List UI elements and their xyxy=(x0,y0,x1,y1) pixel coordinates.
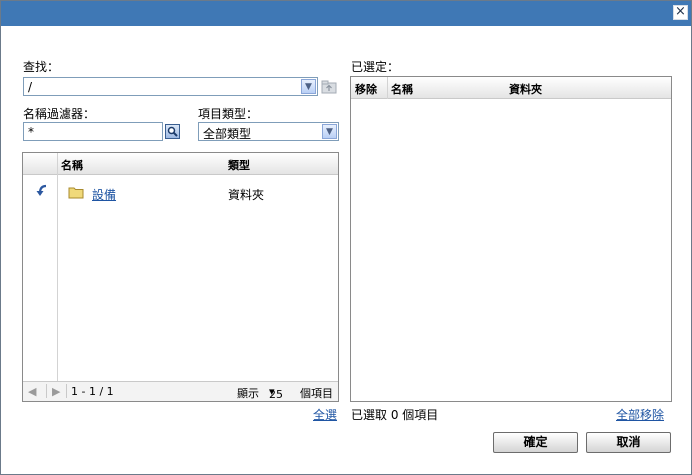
item-type-value: 全部類型 xyxy=(203,127,252,141)
row-type: 資料夾 xyxy=(228,188,265,202)
folder-up-icon[interactable] xyxy=(321,80,337,94)
search-button[interactable] xyxy=(165,124,180,139)
lookin-label: 查找： xyxy=(23,60,60,74)
pager: ◀ ▶ 1 - 1 / 1 顯示 25 ▾ 個項目 xyxy=(23,381,338,401)
next-page-icon[interactable]: ▶ xyxy=(52,385,60,398)
folder-icon xyxy=(68,187,84,199)
browse-grid-header: 名稱 類型 xyxy=(23,153,338,175)
items-label: 個項目 xyxy=(300,387,333,400)
pager-divider xyxy=(66,384,67,398)
pager-divider xyxy=(46,384,47,398)
page-size-label: 顯示 xyxy=(237,387,259,400)
table-row: 設備 資料夾 xyxy=(23,181,338,205)
title-bar: × xyxy=(1,1,691,26)
lookin-select[interactable]: / ▼ xyxy=(23,77,318,96)
page-range: 1 - 1 / 1 xyxy=(71,385,114,398)
item-type-select[interactable]: 全部類型 ▼ xyxy=(198,122,339,141)
prev-page-icon[interactable]: ◀ xyxy=(28,385,36,398)
name-filter-label: 名稱過濾器： xyxy=(23,107,96,121)
selected-count: 已選取 0 個項目 xyxy=(351,408,439,422)
selected-label: 已選定： xyxy=(351,60,400,74)
page-size-select[interactable]: 25 ▾ xyxy=(269,385,283,401)
row-name-link[interactable]: 設備 xyxy=(92,186,116,203)
close-icon[interactable]: × xyxy=(673,5,688,20)
select-all-link[interactable]: 全選 xyxy=(313,406,337,423)
column-header-folder[interactable]: 資料夾 xyxy=(509,81,542,97)
selected-grid: 移除 名稱 資料夾 xyxy=(350,76,672,402)
column-header-remove[interactable]: 移除 xyxy=(355,81,377,97)
column-header-type[interactable]: 類型 xyxy=(228,157,250,173)
chevron-down-icon[interactable]: ▼ xyxy=(322,124,337,139)
column-header-name[interactable]: 名稱 xyxy=(391,81,413,97)
name-filter-value: * xyxy=(28,125,34,139)
column-header-name[interactable]: 名稱 xyxy=(61,157,83,173)
column-separator xyxy=(387,77,388,99)
name-filter-input[interactable]: * xyxy=(23,122,163,141)
dialog: × 查找： / ▼ 名稱過濾器： * 項目類型： 全部類型 ▼ 名稱 類型 設備… xyxy=(0,0,692,475)
selected-grid-header: 移除 名稱 資料夾 xyxy=(351,77,671,99)
ok-button[interactable]: 確定 xyxy=(493,432,578,453)
browse-grid: 名稱 類型 設備 資料夾 ◀ ▶ 1 - 1 / 1 顯示 25 ▾ 個項目 xyxy=(22,152,339,402)
search-icon xyxy=(167,126,178,137)
item-type-label: 項目類型： xyxy=(198,107,259,121)
remove-all-link[interactable]: 全部移除 xyxy=(616,406,664,423)
page-size-value: 25 xyxy=(269,388,283,401)
go-into-icon[interactable] xyxy=(34,184,48,198)
lookin-value: / xyxy=(28,80,33,94)
cancel-button[interactable]: 取消 xyxy=(586,432,671,453)
chevron-down-icon[interactable]: ▼ xyxy=(301,79,316,94)
